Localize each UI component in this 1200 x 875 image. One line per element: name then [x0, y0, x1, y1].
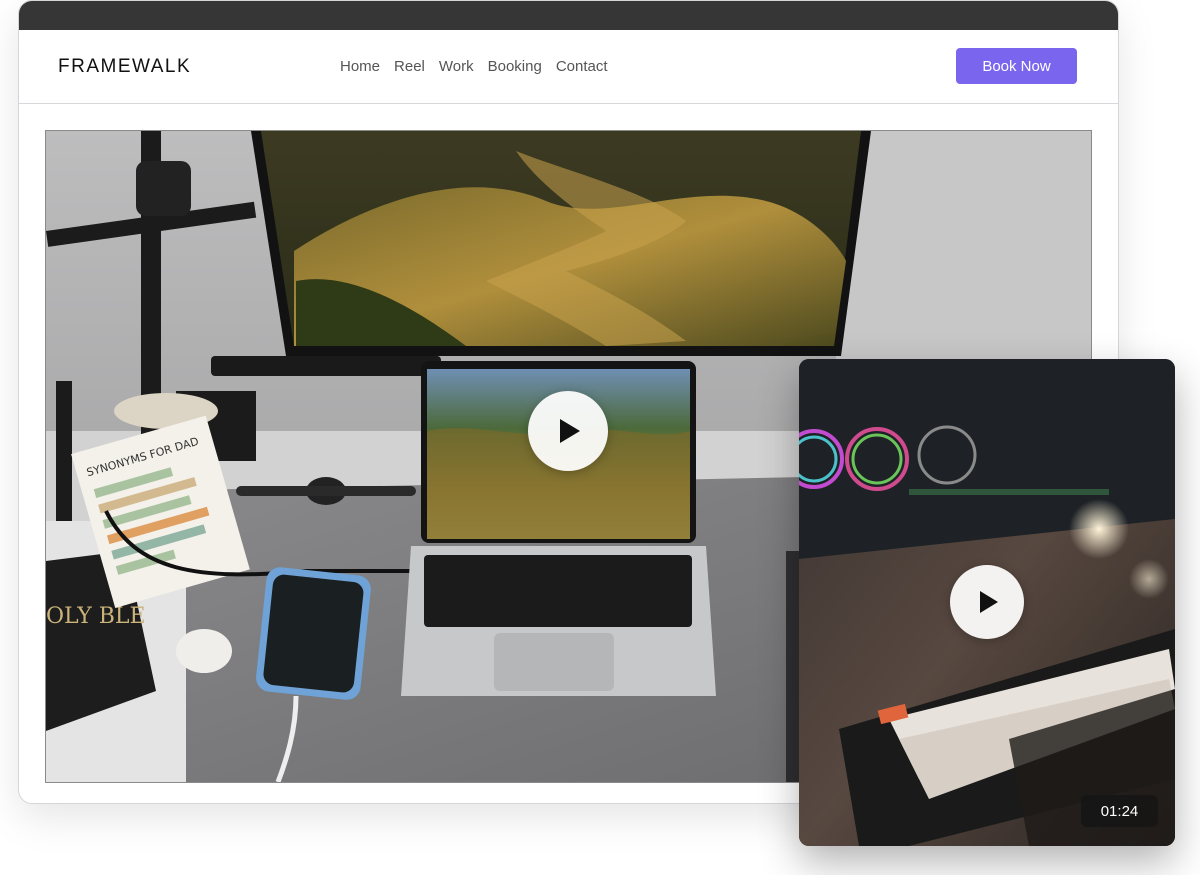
play-icon [980, 591, 998, 613]
brand-logo[interactable]: FRAMEWALK [58, 30, 191, 103]
nav-reel[interactable]: Reel [394, 58, 425, 75]
book-spine-text: OLY BLE [46, 604, 146, 629]
nav-contact[interactable]: Contact [556, 58, 608, 75]
video-duration-badge: 01:24 [1081, 795, 1158, 827]
nav-home[interactable]: Home [340, 58, 380, 75]
main-nav: Home Reel Work Booking Contact [340, 30, 608, 103]
hero-play-button[interactable] [528, 391, 608, 471]
browser-titlebar [19, 1, 1118, 30]
nav-booking[interactable]: Booking [488, 58, 542, 75]
nav-work[interactable]: Work [439, 58, 474, 75]
floating-play-button[interactable] [950, 565, 1024, 639]
floating-video[interactable]: 01:24 [799, 359, 1175, 846]
book-now-button[interactable]: Book Now [956, 48, 1077, 84]
play-icon [560, 419, 580, 443]
site-header: FRAMEWALK Home Reel Work Booking Contact… [19, 30, 1118, 104]
